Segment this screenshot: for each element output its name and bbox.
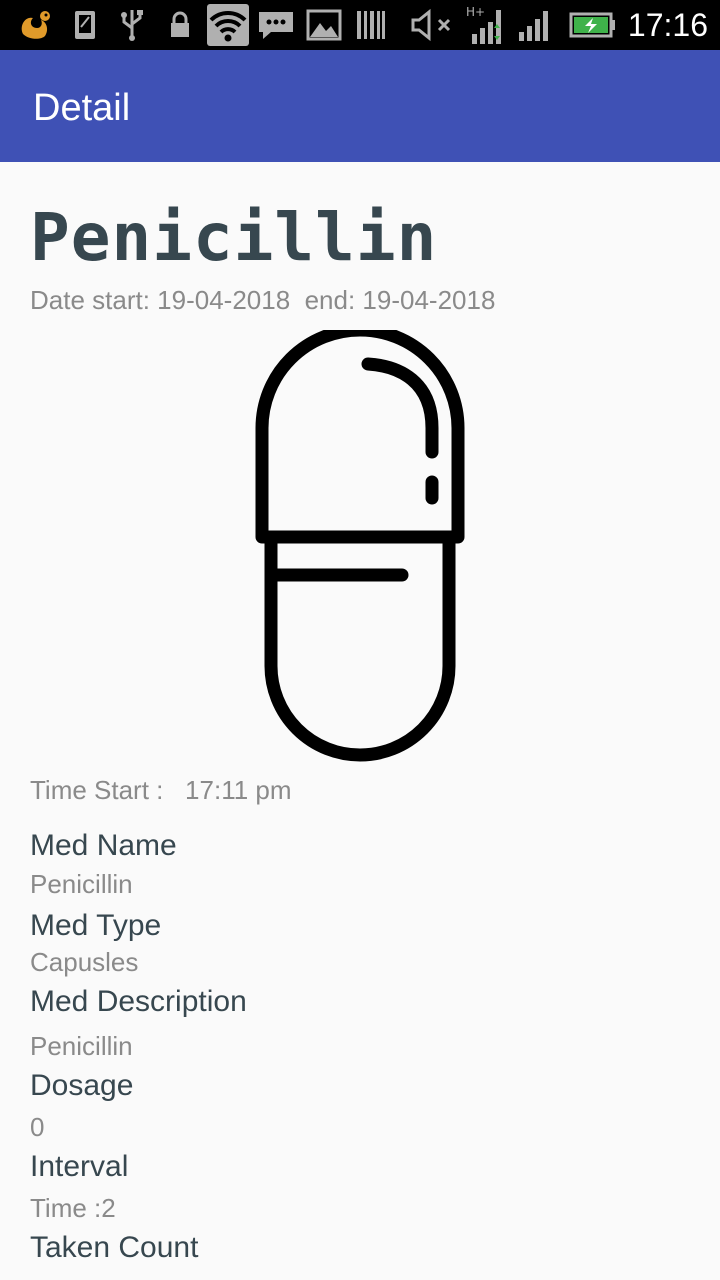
mute-icon bbox=[408, 8, 456, 42]
med-name-label: Med Name bbox=[30, 829, 177, 862]
status-bar: H+ 17:16 bbox=[0, 0, 720, 50]
medication-title: Penicillin bbox=[30, 199, 438, 276]
sim-card-icon bbox=[70, 8, 100, 42]
med-name-value: Penicillin bbox=[30, 869, 133, 899]
status-time: 17:16 bbox=[627, 7, 708, 43]
lock-icon bbox=[166, 8, 194, 42]
med-description-label: Med Description bbox=[30, 985, 247, 1018]
app-bar: Detail bbox=[0, 50, 720, 162]
med-description-value: Penicillin bbox=[30, 1031, 133, 1061]
usb-icon bbox=[116, 8, 148, 42]
interval-value: Time :2 bbox=[30, 1193, 116, 1223]
message-icon bbox=[256, 8, 296, 42]
dosage-value: 0 bbox=[30, 1112, 45, 1142]
interval-label: Interval bbox=[30, 1150, 129, 1183]
mobile-data-icon: H+ bbox=[464, 4, 506, 46]
dosage-label: Dosage bbox=[30, 1069, 134, 1102]
med-type-label: Med Type bbox=[30, 909, 162, 942]
signal-icon bbox=[516, 8, 554, 42]
barcode-icon bbox=[354, 8, 388, 42]
battery-charging-icon bbox=[568, 8, 618, 42]
image-icon bbox=[304, 8, 344, 42]
med-type-value: Capusles bbox=[30, 947, 139, 977]
uc-browser-icon bbox=[16, 8, 56, 42]
wifi-icon bbox=[206, 4, 250, 46]
app-bar-title: Detail bbox=[33, 87, 131, 129]
date-range: Date start: 19-04-2018 end: 19-04-2018 bbox=[30, 285, 496, 315]
network-type-label: H+ bbox=[466, 5, 485, 19]
capsule-icon bbox=[250, 323, 470, 770]
taken-count-label: Taken Count bbox=[30, 1231, 199, 1264]
time-start: Time Start : 17:11 pm bbox=[30, 775, 292, 805]
